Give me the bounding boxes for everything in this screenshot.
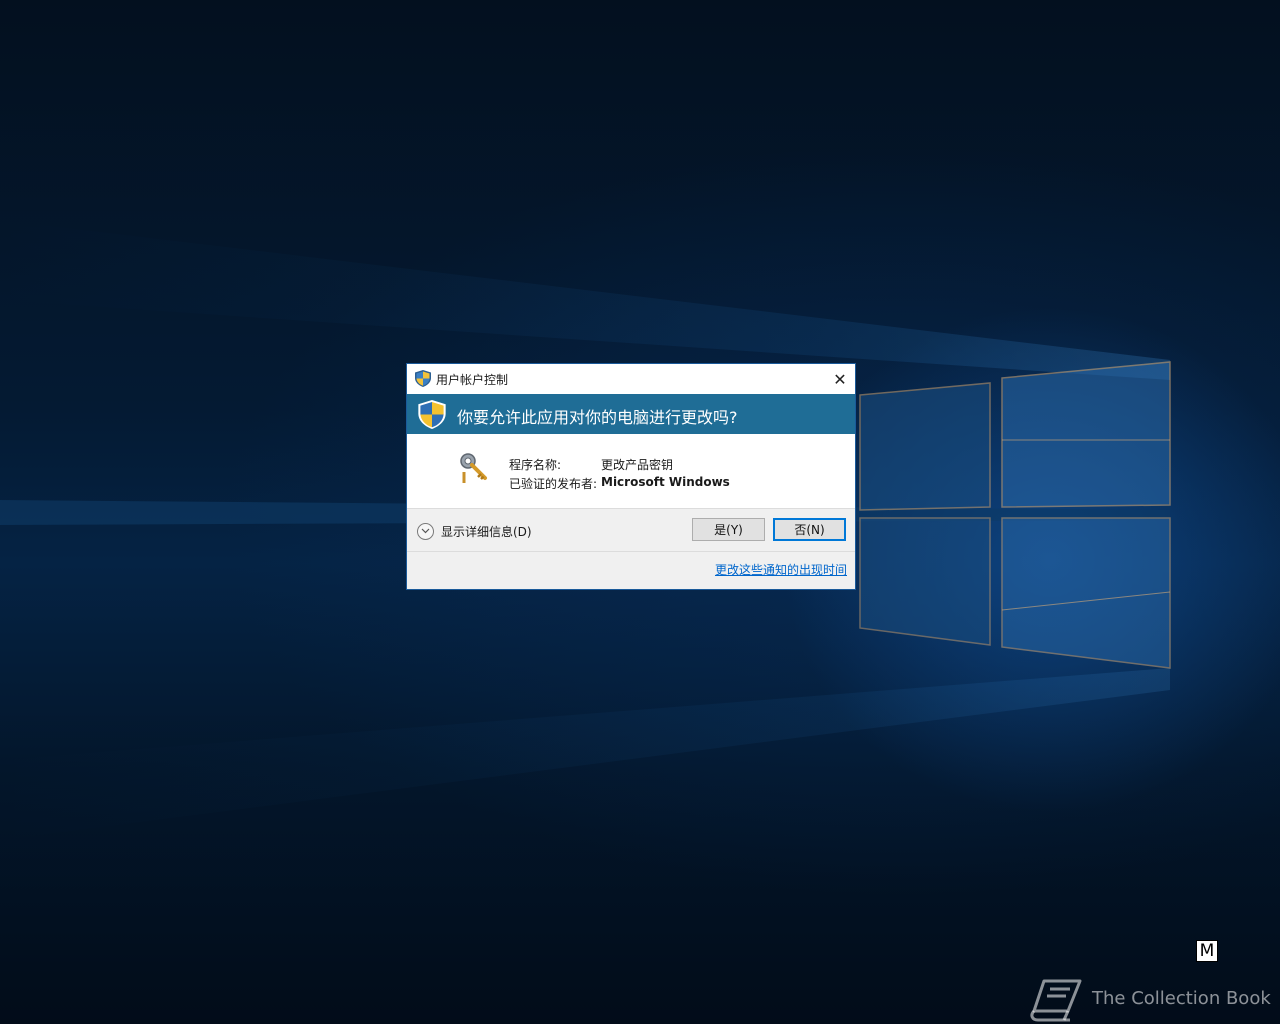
dialog-question: 你要允许此应用对你的电脑进行更改吗? bbox=[457, 408, 738, 427]
title-bar: 用户帐户控制 ✕ bbox=[407, 364, 855, 394]
uac-shield-icon bbox=[415, 370, 431, 387]
show-details-toggle[interactable]: 显示详细信息(D) bbox=[417, 521, 532, 541]
publisher-label: 已验证的发布者: bbox=[509, 477, 598, 491]
yes-button[interactable]: 是(Y) bbox=[692, 518, 765, 541]
dialog-title: 用户帐户控制 bbox=[436, 373, 509, 387]
change-notification-settings-link[interactable]: 更改这些通知的出现时间 bbox=[715, 561, 847, 578]
program-info: 程序名称: 更改产品密钥 已验证的发布者: Microsoft Windows bbox=[407, 434, 855, 508]
close-icon: ✕ bbox=[833, 369, 847, 389]
program-name-label: 程序名称: bbox=[509, 458, 562, 472]
question-banner: 你要允许此应用对你的电脑进行更改吗? bbox=[407, 394, 855, 434]
dialog-footer: 显示详细信息(D) 是(Y) 否(N) 更改这些通知的出现时间 bbox=[407, 508, 855, 589]
show-details-label: 显示详细信息(D) bbox=[441, 524, 532, 539]
desktop-background: 用户帐户控制 ✕ 你要允许此应用对你的电脑进行更改吗? 程序名称: 更改产品密钥… bbox=[0, 0, 1280, 1024]
close-button[interactable]: ✕ bbox=[825, 364, 855, 394]
publisher-value: Microsoft Windows bbox=[601, 475, 730, 489]
watermark-text: The Collection Book bbox=[1092, 988, 1271, 1009]
program-name-value: 更改产品密钥 bbox=[601, 458, 674, 472]
no-button[interactable]: 否(N) bbox=[773, 518, 846, 541]
uac-dialog: 用户帐户控制 ✕ 你要允许此应用对你的电脑进行更改吗? 程序名称: 更改产品密钥… bbox=[406, 363, 856, 590]
key-icon bbox=[460, 453, 487, 483]
watermark: The Collection Book bbox=[1030, 975, 1271, 1023]
book-icon bbox=[1030, 979, 1082, 1022]
key-press-badge: M bbox=[1196, 940, 1218, 962]
chevron-down-icon bbox=[417, 522, 434, 540]
uac-shield-icon bbox=[418, 400, 446, 429]
footer-divider bbox=[407, 551, 855, 552]
